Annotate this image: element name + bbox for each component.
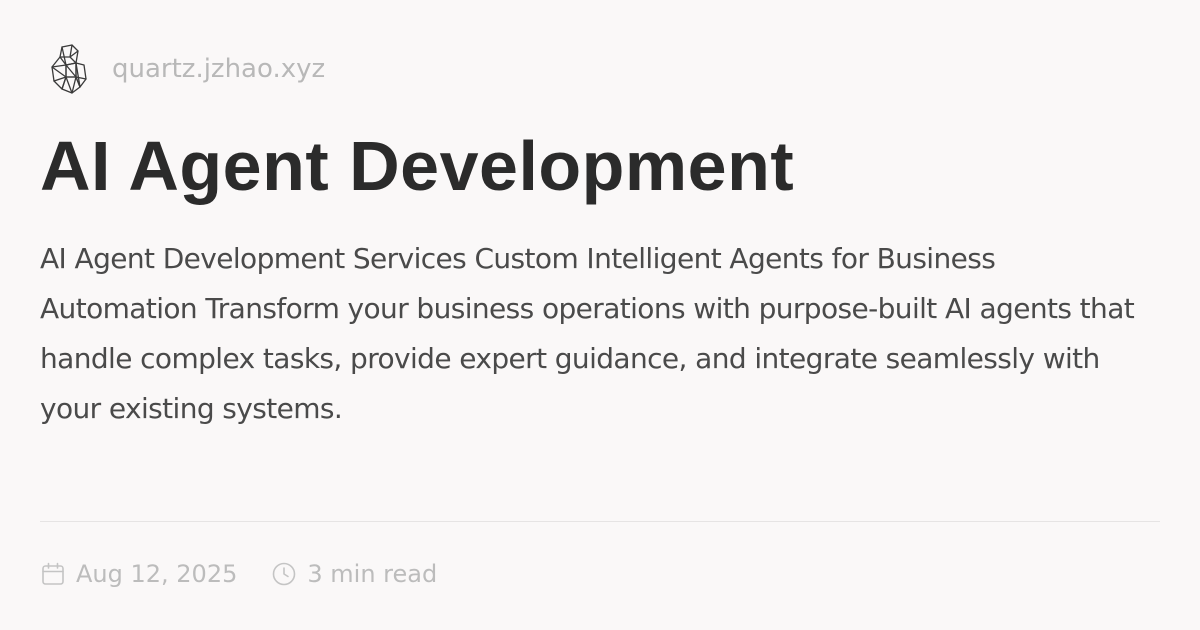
- calendar-icon: [42, 562, 64, 585]
- crystal-icon: [51, 44, 87, 94]
- site-header: quartz.jzhao.xyz: [48, 42, 325, 96]
- site-name[interactable]: quartz.jzhao.xyz: [112, 56, 325, 82]
- divider: [40, 521, 1160, 522]
- meta-date-text: Aug 12, 2025: [76, 560, 238, 588]
- page-meta: Aug 12, 2025 3 min read: [40, 556, 437, 592]
- meta-date: Aug 12, 2025: [40, 560, 237, 588]
- meta-read-time: 3 min read: [271, 560, 437, 588]
- page-title: AI Agent Development: [40, 127, 795, 205]
- og-card: quartz.jzhao.xyz AI Agent Development AI…: [40, 0, 1160, 630]
- clock-icon: [273, 562, 296, 586]
- meta-read-time-text: 3 min read: [307, 560, 438, 588]
- page-description: AI Agent Development Services Custom Int…: [40, 242, 1135, 425]
